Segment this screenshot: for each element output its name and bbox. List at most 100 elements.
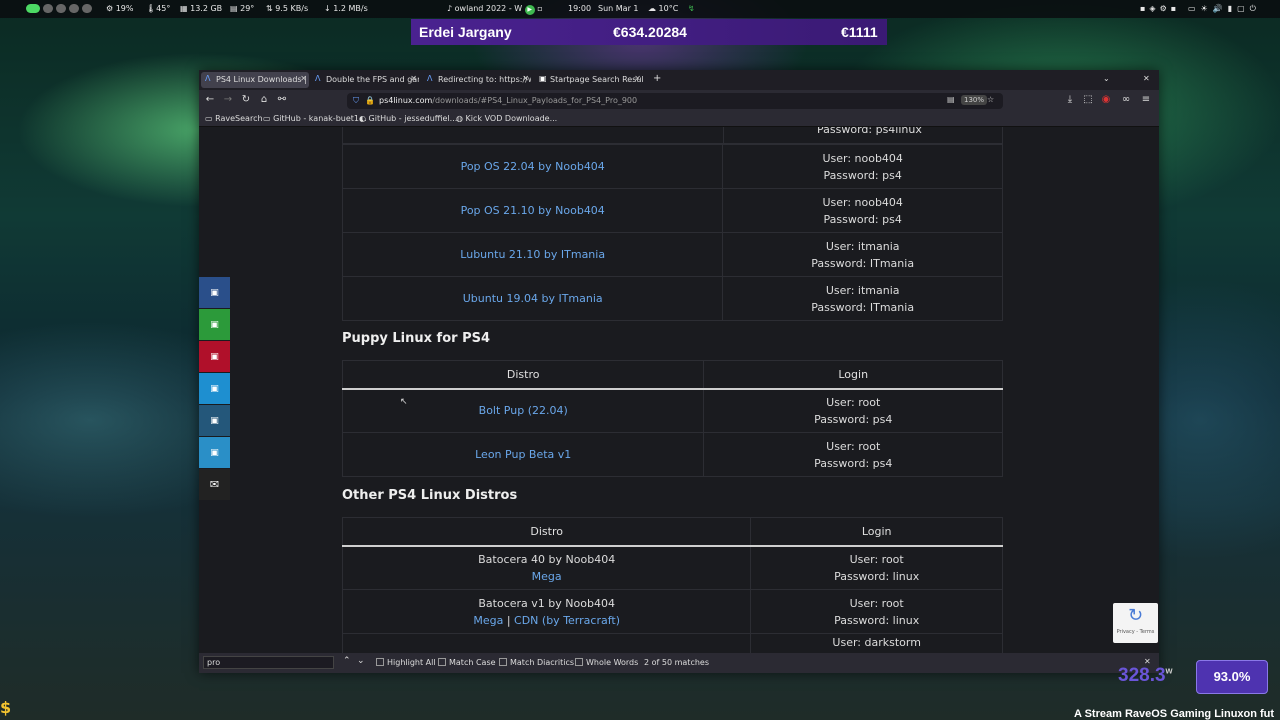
match-diacritics-checkbox[interactable]: Match Diacritics bbox=[499, 658, 574, 667]
close-icon[interactable]: ✕ bbox=[300, 74, 307, 83]
column-header-distro: Distro bbox=[341, 517, 752, 547]
table-row: Leon Pup Beta v1 User: root Password: ps4 bbox=[341, 432, 1003, 477]
share-pinterest-button[interactable]: ▣ bbox=[199, 341, 230, 372]
bookmark-github-kanak[interactable]: ▭ GitHub - kanak-buet1... bbox=[263, 114, 367, 123]
donation-goal: €1111 bbox=[841, 24, 878, 40]
clock-time[interactable]: 19:00 bbox=[568, 4, 591, 13]
extension-icon[interactable]: ⚯ bbox=[275, 94, 289, 105]
share-telegram-button[interactable]: ▣ bbox=[199, 437, 230, 468]
play-icon[interactable]: ▶ bbox=[524, 5, 535, 15]
media-player[interactable]: ♪ owland 2022 - W ▶ ▫ bbox=[447, 4, 543, 15]
cpu-temp-value: 45° bbox=[156, 4, 171, 13]
distro-link[interactable]: Leon Pup Beta v1 bbox=[475, 448, 571, 461]
tab-double-fps[interactable]: Λ Double the FPS and gam ✕ bbox=[311, 72, 419, 88]
workspace-indicator[interactable] bbox=[43, 4, 53, 13]
bookmark-github-jesse[interactable]: ◐ GitHub - jesseduffiel... bbox=[359, 114, 457, 123]
find-next-icon[interactable]: ⌄ bbox=[357, 656, 365, 666]
find-prev-icon[interactable]: ⌃ bbox=[343, 656, 351, 666]
zoom-level[interactable]: 130% bbox=[961, 95, 988, 105]
login-password: Password: ps4 bbox=[823, 212, 902, 226]
table-row: Pop OS 22.04 by Noob404 User: noob404 Pas… bbox=[341, 144, 1003, 189]
find-input[interactable]: pro bbox=[203, 656, 334, 669]
whole-words-checkbox[interactable]: Whole Words bbox=[575, 658, 638, 667]
share-twitter-button[interactable]: ▣ bbox=[199, 373, 230, 404]
back-icon[interactable]: ← bbox=[203, 94, 217, 105]
share-linkedin-button[interactable]: ▣ bbox=[199, 405, 230, 436]
distro-link[interactable]: Pop OS 22.04 by Noob404 bbox=[461, 160, 605, 173]
tab-bar: Λ PS4 Linux Downloads | ✕ Λ Double the FPS … bbox=[199, 70, 1159, 90]
forward-icon[interactable]: → bbox=[221, 94, 235, 105]
net-down: ↓ 1.2 MB/s bbox=[324, 4, 368, 13]
tab-redirecting[interactable]: Λ Redirecting to: https://w ✕ bbox=[423, 72, 531, 88]
power-watts: 328.3w bbox=[1118, 665, 1173, 686]
url-bar[interactable]: ⛉ 🔒 ps4linux.com/downloads/#PS4_Linux_Pa… bbox=[347, 93, 1003, 109]
battery-percent-badge: 93.0% bbox=[1196, 660, 1268, 694]
puppy-heading: Puppy Linux for PS4 bbox=[342, 331, 491, 346]
system-top-bar: ⚙ 19% 🌡45° ▦ 13.2 GB ▤ 29° ⇅ 9.5 KB/s ↓ … bbox=[0, 0, 1280, 18]
download-icon[interactable]: ⤓ bbox=[1063, 94, 1077, 105]
close-icon[interactable]: ✕ bbox=[410, 74, 417, 83]
cdn-link[interactable]: CDN (by Terracraft) bbox=[514, 614, 620, 627]
tray-icons-right[interactable]: ▭☀🔊▮▢⏻ bbox=[1188, 4, 1261, 14]
shield-icon[interactable]: ⛉ bbox=[353, 96, 359, 106]
reader-view-icon[interactable]: ▤ bbox=[947, 95, 955, 104]
clock-date[interactable]: Sun Mar 1 bbox=[598, 4, 639, 13]
pinterest-icon: ▣ bbox=[210, 351, 219, 362]
bookmark-kick-vod[interactable]: ◍ Kick VOD Downloade... bbox=[456, 114, 557, 123]
extensions-icon[interactable]: ⬚ bbox=[1081, 94, 1095, 105]
distro-link[interactable]: Pop OS 21.10 by Noob404 bbox=[461, 204, 605, 217]
workspace-indicator-active[interactable] bbox=[26, 4, 40, 13]
login-password: Password: ps4linux bbox=[817, 127, 922, 136]
recaptcha-links[interactable]: Privacy - Terms bbox=[1113, 629, 1158, 635]
home-icon[interactable]: ⌂ bbox=[257, 94, 271, 105]
close-icon[interactable]: ✕ bbox=[634, 74, 641, 83]
ram-usage: ▦ 13.2 GB bbox=[180, 4, 223, 13]
browser-window: Λ PS4 Linux Downloads | ✕ Λ Double the FPS … bbox=[199, 70, 1159, 673]
ublock-icon[interactable]: ◉ bbox=[1099, 94, 1113, 105]
telegram-icon: ▣ bbox=[210, 447, 219, 458]
new-tab-button[interactable]: + bbox=[653, 73, 661, 84]
facebook-icon: ▣ bbox=[210, 287, 219, 298]
highlight-all-checkbox[interactable]: Highlight All bbox=[376, 658, 436, 667]
tray-icons[interactable]: ▪◈⚙▪ bbox=[1140, 4, 1180, 13]
cpu-temp: 🌡45° bbox=[146, 4, 171, 13]
bookmark-star-icon[interactable]: ☆ bbox=[987, 95, 994, 104]
login-password: Password: ITmania bbox=[811, 256, 915, 270]
table-row: User: darkstorm bbox=[341, 633, 1003, 653]
workspace-indicator[interactable] bbox=[56, 4, 66, 13]
mega-link[interactable]: Mega bbox=[532, 570, 562, 583]
window-close-icon[interactable]: ✕ bbox=[1143, 74, 1150, 83]
site-icon: ▣ bbox=[539, 74, 547, 83]
menu-icon[interactable]: ≡ bbox=[1139, 94, 1153, 105]
workspace-indicator[interactable] bbox=[82, 4, 92, 13]
bookmark-ravesearch[interactable]: ▭ RaveSearch bbox=[205, 114, 263, 123]
donation-ticker: Erdei Jargany €634.20284 €1111 bbox=[411, 19, 887, 45]
share-whatsapp-button[interactable]: ▣ bbox=[199, 309, 230, 340]
tab-list-chevron-icon[interactable]: ⌄ bbox=[1103, 74, 1110, 83]
site-icon: Λ bbox=[315, 74, 321, 83]
tab-ps4linux[interactable]: Λ PS4 Linux Downloads | ✕ bbox=[201, 72, 309, 88]
lock-icon[interactable]: 🔒 bbox=[365, 96, 375, 105]
recaptcha-badge[interactable]: ↻ Privacy - Terms bbox=[1113, 603, 1158, 643]
distro-link[interactable]: Bolt Pup (22.04) bbox=[479, 404, 568, 417]
distro-link[interactable]: Ubuntu 19.04 by ITmania bbox=[463, 292, 603, 305]
share-email-button[interactable]: ✉ bbox=[199, 469, 230, 500]
login-password: Password: linux bbox=[834, 613, 920, 627]
column-header-distro: Distro bbox=[341, 360, 705, 390]
reload-icon[interactable]: ↻ bbox=[239, 94, 253, 105]
match-case-checkbox[interactable]: Match Case bbox=[438, 658, 496, 667]
weather-value: 10°C bbox=[658, 4, 679, 13]
distro-link[interactable]: Lubuntu 21.10 by ITmania bbox=[460, 248, 605, 261]
donation-amount: €634.20284 bbox=[613, 24, 687, 40]
close-icon[interactable]: ✕ bbox=[522, 74, 529, 83]
workspace-indicator[interactable] bbox=[69, 4, 79, 13]
mega-link[interactable]: Mega bbox=[473, 614, 503, 627]
bookmarks-bar: ▭ RaveSearch ▭ GitHub - kanak-buet1... ◐… bbox=[199, 112, 1159, 127]
gpu-temp-value: 29° bbox=[240, 4, 255, 13]
tab-startpage[interactable]: ▣ Startpage Search Resul ✕ bbox=[535, 72, 643, 88]
glasses-icon[interactable]: ∞ bbox=[1119, 94, 1133, 105]
dollar-icon: $ bbox=[0, 698, 12, 717]
url-text[interactable]: ps4linux.com/downloads/#PS4_Linux_Payloa… bbox=[379, 96, 637, 105]
share-facebook-button[interactable]: ▣ bbox=[199, 277, 230, 308]
status-icon: ↯ bbox=[688, 4, 695, 13]
